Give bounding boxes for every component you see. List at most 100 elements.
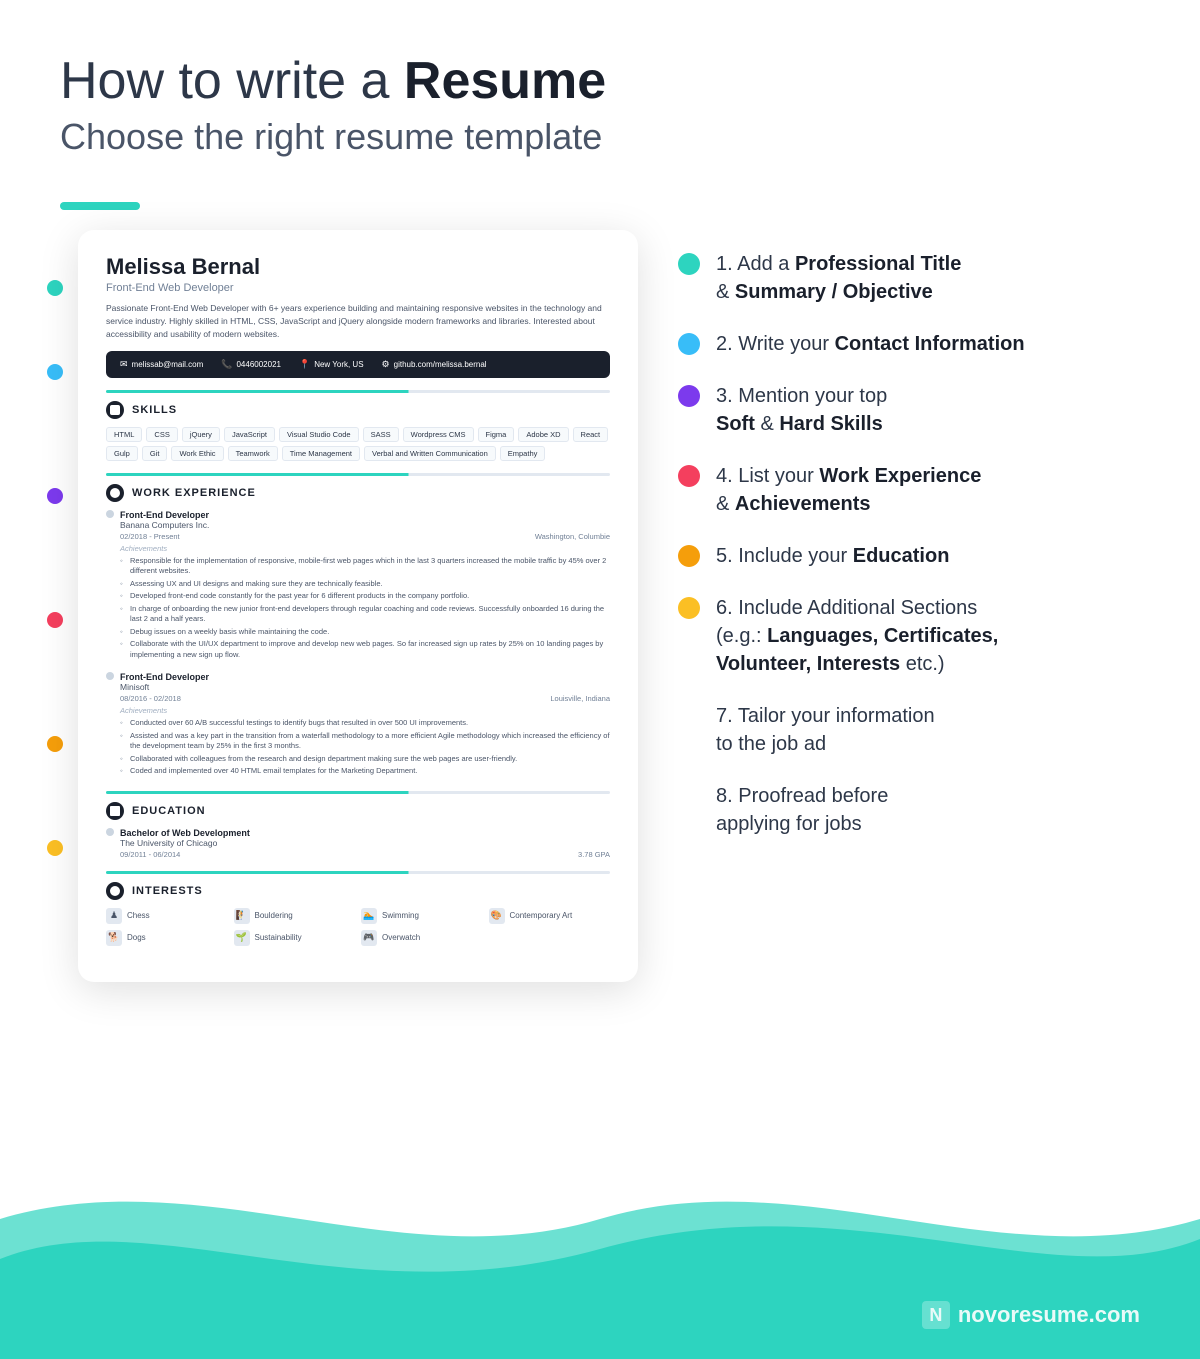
work-bullet-1-6: Collaborate with the UI/UX department to… [120, 639, 610, 660]
art-icon: 🎨 [489, 908, 505, 924]
brand-text: novoresume.com [958, 1302, 1140, 1328]
skills-section-title: SKILLS [106, 401, 610, 419]
tip-2: 2. Write your Contact Information [678, 330, 1160, 358]
tip-dot-2 [678, 333, 700, 355]
work-achievements-label-2: Achievements [120, 706, 610, 715]
tip-text-2: 2. Write your Contact Information [716, 330, 1025, 358]
work-section-title: WORK EXPERIENCE [106, 484, 610, 502]
interest-art: 🎨 Contemporary Art [489, 908, 611, 924]
interest-swimming: 🏊 Swimming [361, 908, 483, 924]
contact-location: 📍 New York, US [299, 359, 364, 370]
skills-separator [106, 390, 610, 393]
tip-text-5: 5. Include your Education [716, 542, 949, 570]
work-bullet-1-2: Assessing UX and UI designs and making s… [120, 579, 610, 590]
overwatch-icon: 🎮 [361, 930, 377, 946]
wave-footer: Example N novoresume.com [0, 1139, 1200, 1359]
bouldering-icon: 🧗 [234, 908, 250, 924]
tip-dot-5 [678, 545, 700, 567]
nav-dot-4 [47, 612, 63, 628]
nav-dot-3 [47, 488, 63, 504]
tip-text-3: 3. Mention your topSoft & Hard Skills [716, 382, 887, 438]
edu-section-title: EDUCATION [106, 802, 610, 820]
dogs-icon: 🐕 [106, 930, 122, 946]
tip-text-7: 7. Tailor your informationto the job ad [716, 702, 935, 758]
resume-job-title: Front-End Web Developer [106, 282, 610, 294]
interest-bouldering: 🧗 Bouldering [234, 908, 356, 924]
tip-dot-7 [678, 705, 700, 727]
edu-icon [106, 802, 124, 820]
tip-dot-1 [678, 253, 700, 275]
nav-dot-5 [47, 736, 63, 752]
interests-grid: ♟ Chess 🧗 Bouldering 🏊 Swimming 🎨 Contem… [106, 908, 610, 946]
edu-dot-1 [106, 828, 114, 836]
skill-vscode: Visual Studio Code [279, 427, 359, 442]
resume-name: Melissa Bernal [106, 254, 610, 280]
main-layout: Melissa Bernal Front-End Web Developer P… [0, 210, 1200, 981]
tip-dot-3 [678, 385, 700, 407]
brand-logo: N [922, 1301, 950, 1329]
page-subtitle: Choose the right resume template [60, 116, 1140, 158]
skill-empathy: Empathy [500, 446, 546, 461]
interests-section-title: INTERESTS [106, 882, 610, 900]
resume-card: Melissa Bernal Front-End Web Developer P… [78, 230, 638, 981]
tip-text-6: 6. Include Additional Sections(e.g.: Lan… [716, 594, 998, 678]
example-label: Example [551, 1183, 649, 1209]
tip-5: 5. Include your Education [678, 542, 1160, 570]
nav-dots [40, 230, 70, 864]
accent-bar [60, 202, 140, 210]
interest-overwatch: 🎮 Overwatch [361, 930, 483, 946]
resume-summary: Passionate Front-End Web Developer with … [106, 302, 610, 340]
tip-8: 8. Proofread beforeapplying for jobs [678, 782, 1160, 838]
skills-icon [106, 401, 124, 419]
skill-jquery: jQuery [182, 427, 220, 442]
tips-panel: 1. Add a Professional Title& Summary / O… [678, 230, 1160, 862]
work-bullet-1-4: In charge of onboarding the new junior f… [120, 604, 610, 625]
tip-text-4: 4. List your Work Experience& Achievemen… [716, 462, 981, 518]
skill-figma: Figma [478, 427, 515, 442]
contact-bar: ✉ melissab@mail.com 📞 0446002021 📍 New Y… [106, 351, 610, 378]
nav-dot-1 [47, 280, 63, 296]
interests-separator [106, 871, 610, 874]
work-title-1: Front-End Developer [120, 510, 610, 520]
skill-react: React [573, 427, 609, 442]
contact-github: ⚙ github.com/melissa.bernal [382, 359, 487, 370]
brand-label: N novoresume.com [922, 1301, 1140, 1329]
skill-gulp: Gulp [106, 446, 138, 461]
edu-separator [106, 791, 610, 794]
work-meta-1: 02/2018 - Present Washington, Columbie [120, 532, 610, 541]
skill-git: Git [142, 446, 168, 461]
edu-meta-1: 09/2011 - 06/2014 3.78 GPA [120, 850, 610, 859]
work-bullet-2-1: Conducted over 60 A/B successful testing… [120, 718, 610, 729]
tip-6: 6. Include Additional Sections(e.g.: Lan… [678, 594, 1160, 678]
skill-wordpress: Wordpress CMS [403, 427, 474, 442]
tip-text-1: 1. Add a Professional Title& Summary / O… [716, 250, 961, 306]
tip-4: 4. List your Work Experience& Achievemen… [678, 462, 1160, 518]
tip-1: 1. Add a Professional Title& Summary / O… [678, 250, 1160, 306]
resume-header: Melissa Bernal Front-End Web Developer P… [106, 254, 610, 340]
interest-chess: ♟ Chess [106, 908, 228, 924]
work-bullet-1-5: Debug issues on a weekly basis while mai… [120, 627, 610, 638]
skill-workethic: Work Ethic [171, 446, 223, 461]
interests-icon [106, 882, 124, 900]
skill-html: HTML [106, 427, 142, 442]
tip-text-8: 8. Proofread beforeapplying for jobs [716, 782, 888, 838]
nav-dot-6 [47, 840, 63, 856]
page-header: How to write a Resume Choose the right r… [0, 0, 1200, 178]
tip-dot-6 [678, 597, 700, 619]
work-bullet-2-3: Collaborated with colleagues from the re… [120, 754, 610, 765]
skill-adobexd: Adobe XD [518, 427, 568, 442]
contact-email: ✉ melissab@mail.com [120, 359, 203, 370]
skill-js: JavaScript [224, 427, 275, 442]
work-dot-2 [106, 672, 114, 680]
work-meta-2: 08/2016 - 02/2018 Louisville, Indiana [120, 694, 610, 703]
work-bullet-1-3: Developed front-end code constantly for … [120, 591, 610, 602]
work-icon [106, 484, 124, 502]
skill-css: CSS [146, 427, 177, 442]
chess-icon: ♟ [106, 908, 122, 924]
page-title: How to write a Resume [60, 50, 1140, 112]
tip-dot-8 [678, 785, 700, 807]
tip-3: 3. Mention your topSoft & Hard Skills [678, 382, 1160, 438]
skill-teamwork: Teamwork [228, 446, 278, 461]
skills-grid: HTML CSS jQuery JavaScript Visual Studio… [106, 427, 610, 461]
edu-degree-1: Bachelor of Web Development [120, 828, 610, 838]
